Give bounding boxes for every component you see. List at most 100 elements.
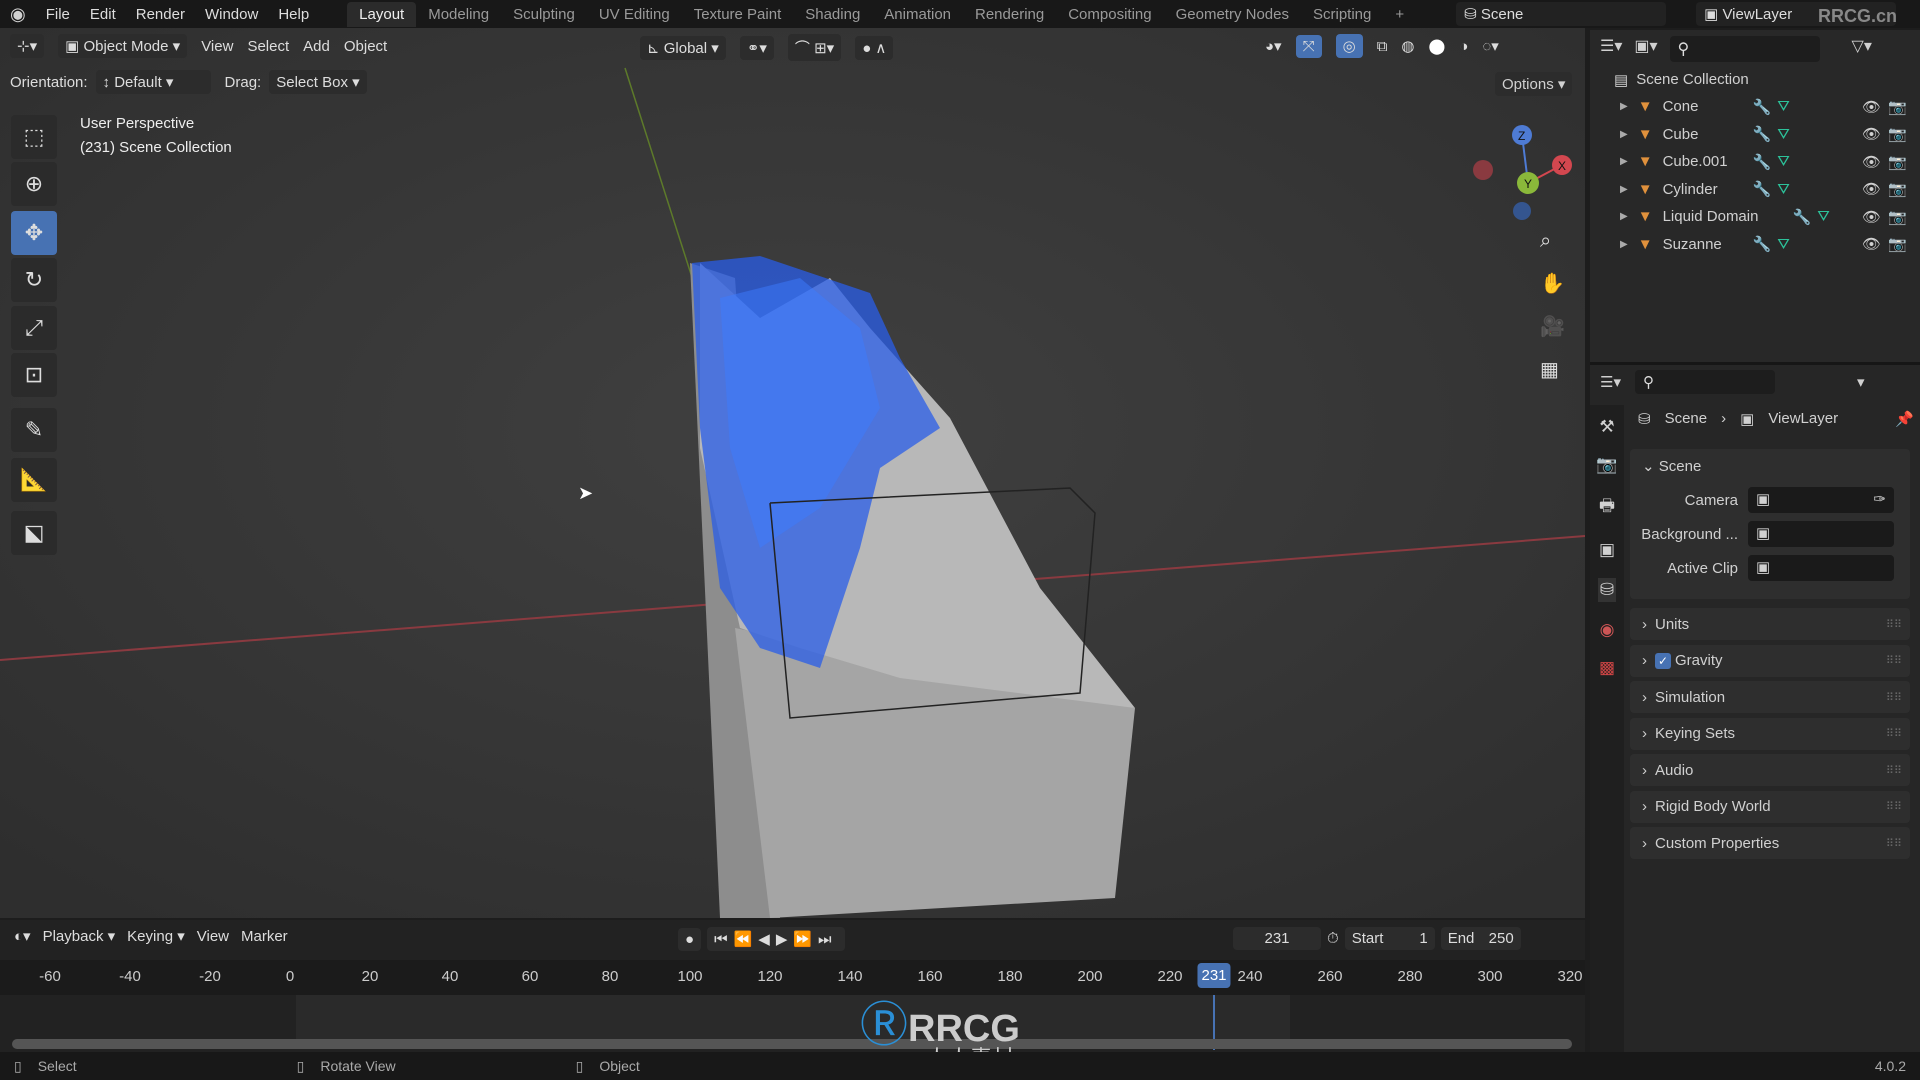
filter-icon[interactable]: ▽▾ bbox=[1852, 36, 1872, 62]
expand-arrow-icon[interactable]: ▶ bbox=[1620, 129, 1628, 140]
output-tab-icon[interactable]: 🖶 bbox=[1599, 493, 1615, 522]
scene-tab-icon[interactable]: ⛁ bbox=[1597, 578, 1617, 602]
view-layer-tab-icon[interactable]: ▣ bbox=[1599, 540, 1615, 560]
scene-panel-header[interactable]: ⌄ Scene bbox=[1630, 449, 1910, 483]
menu-render[interactable]: Render bbox=[126, 6, 195, 23]
editor-type-icon[interactable]: ☰▾ bbox=[1600, 36, 1622, 62]
pan-hand-icon[interactable]: ✋ bbox=[1540, 271, 1565, 296]
outliner-item[interactable]: ▶ ▼ Liquid Domain 🔧 ⛛ 👁 📷 bbox=[1590, 203, 1920, 230]
menu-file[interactable]: File bbox=[36, 6, 80, 23]
frame-ruler[interactable]: -60 -40 -20 0 20 40 60 80 100 120 140 160 180 200 220 2… bbox=[0, 960, 1585, 995]
stopwatch-icon[interactable]: ⏱ bbox=[1327, 930, 1339, 947]
menu-help[interactable]: Help bbox=[268, 6, 319, 23]
menu-object[interactable]: Object bbox=[344, 38, 387, 55]
jump-end-icon[interactable]: ⏭ bbox=[818, 931, 838, 948]
tab-compositing[interactable]: Compositing bbox=[1056, 2, 1163, 27]
tab-shading[interactable]: Shading bbox=[793, 2, 872, 27]
render-camera-icon[interactable]: 📷 bbox=[1888, 98, 1907, 116]
add-cube-icon[interactable]: ⬕ bbox=[11, 511, 57, 555]
rotate-icon[interactable]: ↻ bbox=[11, 258, 57, 302]
editor-type-icon[interactable]: ◐▾ bbox=[14, 927, 31, 945]
visibility-eye-icon[interactable]: 👁 bbox=[1862, 180, 1881, 198]
proportional-edit-icon[interactable]: ● ∧ bbox=[855, 35, 894, 60]
visibility-eye-icon[interactable]: 👁 bbox=[1862, 208, 1881, 226]
menu-select[interactable]: Select bbox=[247, 38, 289, 55]
render-camera-icon[interactable]: 📷 bbox=[1888, 180, 1907, 198]
panel-simulation[interactable]: › Simulation ⠿⠿ bbox=[1630, 681, 1910, 713]
tab-uv-editing[interactable]: UV Editing bbox=[587, 2, 682, 27]
3d-viewport[interactable]: ⊹▾ ▣ Object Mode ▾ View Select Add Objec… bbox=[0, 28, 1585, 918]
active-clip-field[interactable]: ▣ bbox=[1748, 555, 1894, 581]
tab-geometry-nodes[interactable]: Geometry Nodes bbox=[1164, 2, 1301, 27]
outliner-item[interactable]: ▶ ▼ Cube 🔧 ⛛ 👁 📷 bbox=[1590, 121, 1920, 148]
properties-search[interactable]: ⚲ bbox=[1634, 370, 1775, 394]
perspective-grid-icon[interactable]: ▦ bbox=[1540, 357, 1565, 382]
outliner-item[interactable]: ▶ ▼ Suzanne 🔧 ⛛ 👁 📷 bbox=[1590, 231, 1920, 258]
expand-arrow-icon[interactable]: ▶ bbox=[1620, 101, 1628, 112]
drag-grip-icon[interactable]: ⠿⠿ bbox=[1886, 800, 1902, 813]
panel-keying-sets[interactable]: › Keying Sets ⠿⠿ bbox=[1630, 717, 1910, 750]
tab-layout[interactable]: Layout bbox=[347, 1, 417, 27]
menu-view[interactable]: View bbox=[201, 38, 233, 55]
panel-units[interactable]: › Units ⠿⠿ bbox=[1630, 608, 1910, 640]
zoom-icon[interactable]: ⌕ bbox=[1540, 230, 1565, 253]
expand-arrow-icon[interactable]: ▶ bbox=[1620, 156, 1628, 167]
drag-grip-icon[interactable]: ⠿⠿ bbox=[1886, 837, 1902, 850]
drag-grip-icon[interactable]: ⠿⠿ bbox=[1886, 764, 1902, 777]
tab-animation[interactable]: Animation bbox=[872, 2, 963, 27]
shading-solid-icon[interactable]: ⬤ bbox=[1429, 37, 1446, 55]
mode-dropdown[interactable]: ▣ Object Mode ▾ bbox=[58, 34, 188, 58]
tool-tab-icon[interactable]: ⚒ bbox=[1599, 417, 1614, 437]
panel-gravity[interactable]: › ✓ Gravity ⠿⠿ bbox=[1630, 644, 1910, 677]
xray-icon[interactable]: ⧉ bbox=[1377, 38, 1388, 55]
outliner-item[interactable]: ▶ ▼ Cylinder 🔧 ⛛ 👁 📷 bbox=[1590, 176, 1920, 203]
select-box-icon[interactable]: ⬚ bbox=[11, 115, 57, 159]
transform-orientation-dropdown[interactable]: ⊾ Global ▾ bbox=[640, 35, 726, 60]
playhead[interactable]: 231 bbox=[1197, 963, 1231, 988]
blender-logo-icon[interactable]: ◉ bbox=[0, 4, 36, 25]
tab-sculpting[interactable]: Sculpting bbox=[501, 2, 587, 27]
world-tab-icon[interactable]: ◉ bbox=[1600, 620, 1615, 640]
scene-selector[interactable]: ⛁ Scene bbox=[1456, 2, 1667, 26]
snap-icon[interactable]: ⌒ ⊞▾ bbox=[787, 34, 842, 61]
drag-grip-icon[interactable]: ⠿⠿ bbox=[1886, 618, 1902, 631]
annotate-icon[interactable]: ✎ bbox=[11, 408, 57, 452]
play-icon[interactable]: ▶ bbox=[776, 931, 794, 948]
visibility-eye-icon[interactable]: 👁 bbox=[1862, 125, 1881, 143]
navigation-gizmo[interactable]: Z X Y bbox=[1470, 113, 1580, 223]
visibility-eye-icon[interactable]: 👁 bbox=[1862, 153, 1881, 171]
menu-add[interactable]: Add bbox=[303, 38, 330, 55]
render-tab-icon[interactable]: 📷 bbox=[1596, 455, 1617, 475]
next-keyframe-icon[interactable]: ⏩ bbox=[793, 931, 818, 948]
drag-grip-icon[interactable]: ⠿⠿ bbox=[1886, 727, 1902, 740]
end-frame-field[interactable]: End 250 bbox=[1440, 927, 1521, 950]
camera-view-icon[interactable]: 🎥 bbox=[1540, 314, 1565, 339]
record-icon[interactable]: ● bbox=[678, 927, 702, 951]
menu-view[interactable]: View bbox=[197, 928, 229, 945]
drag-grip-icon[interactable]: ⠿⠿ bbox=[1886, 654, 1902, 667]
scene-collection-row[interactable]: ▤ Scene Collection bbox=[1590, 66, 1920, 93]
pivot-icon[interactable]: ⚭▾ bbox=[739, 35, 774, 60]
drag-dropdown[interactable]: Select Box ▾ bbox=[269, 70, 367, 94]
background-field[interactable]: ▣ bbox=[1748, 521, 1894, 547]
move-icon[interactable]: ✥ bbox=[11, 211, 57, 255]
menu-keying[interactable]: Keying ▾ bbox=[127, 927, 185, 945]
menu-marker[interactable]: Marker bbox=[241, 928, 288, 945]
render-camera-icon[interactable]: 📷 bbox=[1888, 125, 1907, 143]
add-workspace-button[interactable]: + bbox=[1383, 2, 1416, 27]
tab-texture-paint[interactable]: Texture Paint bbox=[682, 2, 794, 27]
overlay-toggle-icon[interactable]: ◎ bbox=[1335, 34, 1363, 58]
cursor-icon[interactable]: ⊕ bbox=[11, 162, 57, 206]
start-frame-field[interactable]: Start 1 bbox=[1344, 927, 1435, 950]
render-camera-icon[interactable]: 📷 bbox=[1888, 235, 1907, 253]
measure-icon[interactable]: 📐 bbox=[11, 458, 57, 502]
menu-playback[interactable]: Playback ▾ bbox=[43, 927, 116, 945]
texture-tab-icon[interactable]: ▩ bbox=[1599, 658, 1615, 678]
shading-wireframe-icon[interactable]: ◍ bbox=[1401, 37, 1414, 55]
editor-type-icon[interactable]: ☰▾ bbox=[1600, 373, 1621, 391]
menu-window[interactable]: Window bbox=[195, 6, 268, 23]
tab-modeling[interactable]: Modeling bbox=[416, 2, 501, 27]
panel-rigid-body-world[interactable]: › Rigid Body World ⠿⠿ bbox=[1630, 790, 1910, 823]
editor-type-icon[interactable]: ⊹▾ bbox=[10, 34, 45, 58]
eyedropper-icon[interactable]: ✑ bbox=[1873, 490, 1886, 510]
